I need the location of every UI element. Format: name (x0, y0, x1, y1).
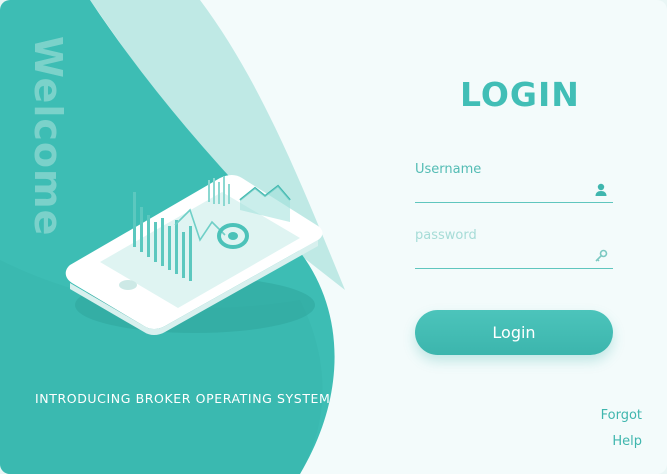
username-label: Username (415, 162, 482, 177)
password-input[interactable] (415, 244, 585, 266)
login-button[interactable]: Login (415, 310, 613, 355)
key-icon (595, 249, 608, 262)
login-window: Welcome INTRODUCING BROKER OPERATING SYS… (0, 0, 667, 474)
forgot-link[interactable]: Forgot (601, 408, 642, 423)
product-tagline: INTRODUCING BROKER OPERATING SYSTEM (35, 391, 331, 406)
password-field[interactable]: password (415, 226, 613, 269)
username-field[interactable]: Username (415, 160, 613, 203)
password-label: password (415, 228, 477, 243)
username-input[interactable] (415, 178, 585, 200)
page-title: LOGIN (460, 75, 580, 114)
welcome-heading: Welcome (26, 36, 70, 237)
user-icon (595, 183, 607, 196)
phone-home-button (119, 280, 137, 290)
help-link[interactable]: Help (612, 434, 642, 449)
